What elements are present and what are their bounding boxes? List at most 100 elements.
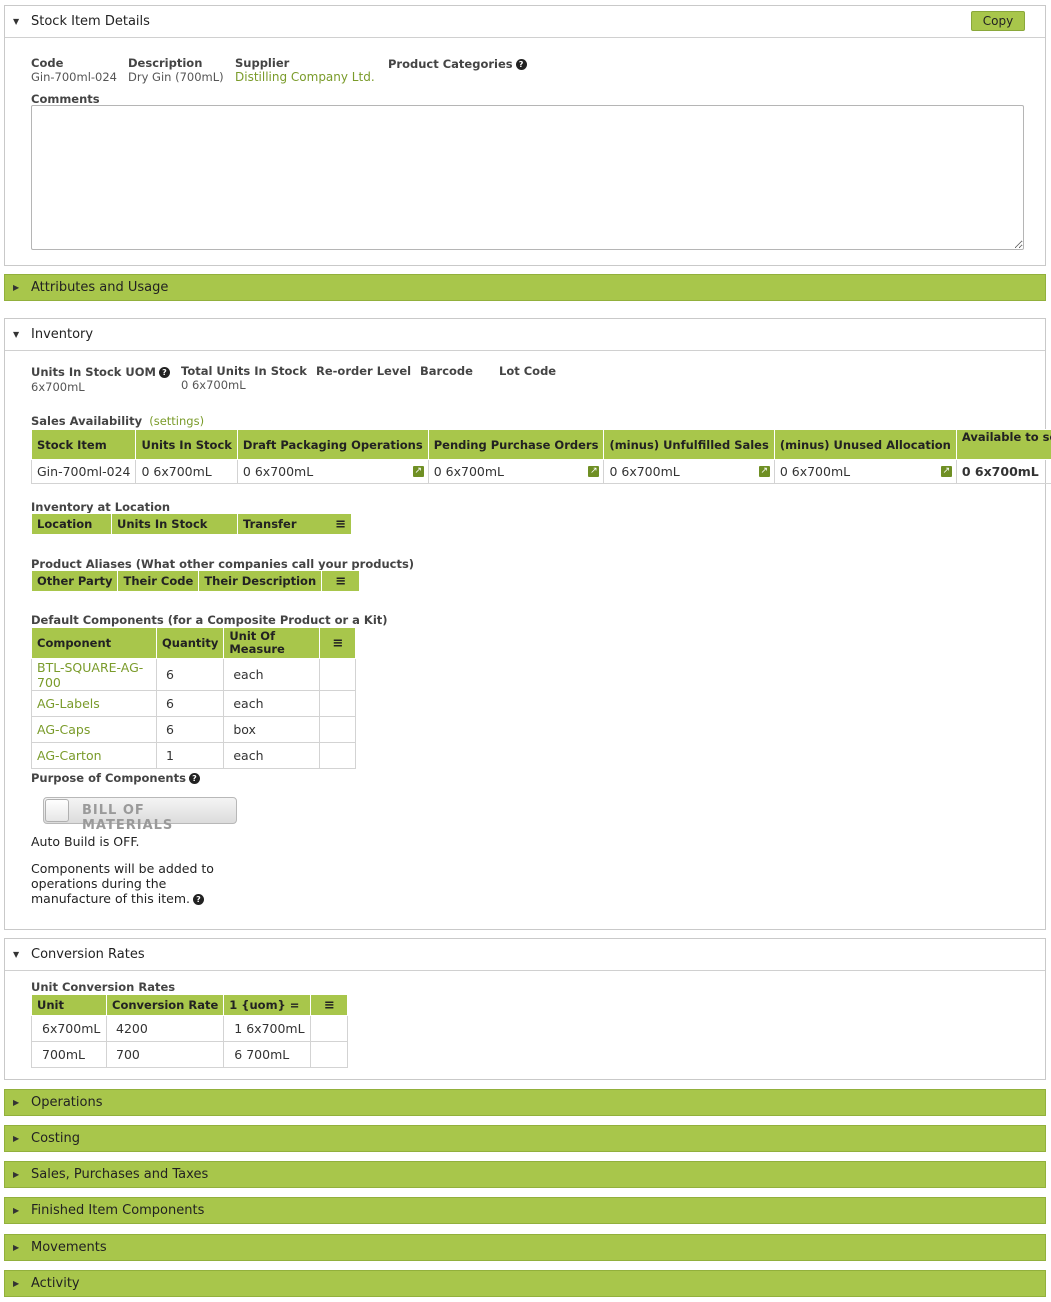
unit-conversion-rates-label: Unit Conversion Rates: [31, 980, 176, 994]
cell-value: 0 6x700mL: [242, 464, 314, 479]
column-header[interactable]: Unit: [31, 994, 107, 1016]
conversion-rates-header[interactable]: ▼ Conversion Rates: [5, 939, 1045, 971]
sales-purchases-taxes-section-header[interactable]: ▶ Sales, Purchases and Taxes: [4, 1161, 1046, 1188]
comments-textarea[interactable]: [31, 105, 1024, 250]
sales-purchases-taxes-title: Sales, Purchases and Taxes: [31, 1167, 209, 1182]
toggle-label: BILL OF MATERIALS: [82, 803, 174, 833]
units-in-stock-uom-label: Units In Stock UOM?: [31, 365, 170, 379]
column-header[interactable]: 1 {uom} =: [223, 994, 312, 1016]
stock-item-details-header[interactable]: ▼ Stock Item Details Copy: [5, 6, 1045, 38]
column-header[interactable]: Location: [31, 513, 112, 535]
movements-section-header[interactable]: ▶ Movements: [4, 1234, 1046, 1261]
help-icon[interactable]: ?: [159, 367, 170, 378]
help-icon[interactable]: ?: [515, 59, 527, 70]
table-cell: each: [223, 690, 321, 717]
column-menu-icon[interactable]: ≡: [319, 627, 357, 659]
supplier-link[interactable]: Distilling Company Ltd.: [235, 70, 375, 84]
cell-value: 0 6x700mL: [609, 464, 680, 479]
table-cell: 700mL: [31, 1041, 107, 1068]
conversion-rates-panel: ▼ Conversion Rates Unit Conversion Rates…: [4, 938, 1046, 1080]
table-cell: 6x700mL: [31, 1015, 107, 1042]
column-menu-icon[interactable]: ≡: [321, 570, 361, 592]
comments-label: Comments: [31, 92, 100, 106]
column-header[interactable]: (minus) Unused Allocation: [773, 429, 957, 460]
components-note: Components will be added to operations d…: [31, 861, 246, 906]
column-header[interactable]: Units In Stock: [111, 513, 238, 535]
component-link[interactable]: BTL-SQUARE-AG-700: [31, 658, 157, 691]
table-cell: each: [223, 658, 321, 691]
attributes-section-header[interactable]: ▶ Attributes and Usage: [4, 274, 1046, 301]
external-link-icon[interactable]: ↗: [940, 466, 952, 477]
caret-down-icon: ▼: [13, 330, 20, 339]
column-header[interactable]: Conversion Rate: [105, 994, 225, 1016]
table-cell: 6 700mL: [223, 1041, 312, 1068]
component-link[interactable]: AG-Carton: [31, 742, 157, 769]
inventory-panel: ▼ Inventory Units In Stock UOM? 6x700mL …: [4, 318, 1051, 930]
column-header[interactable]: Unit Of Measure: [223, 627, 321, 659]
column-header[interactable]: Transfer ≡: [237, 513, 352, 535]
units-in-stock-uom-value: 6x700mL: [31, 380, 85, 394]
activity-section-header[interactable]: ▶ Activity: [4, 1270, 1046, 1297]
help-icon[interactable]: ?: [188, 773, 200, 784]
supplier-label: Supplier: [235, 56, 290, 70]
component-link[interactable]: AG-Labels: [31, 690, 157, 717]
conversion-rates-title: Conversion Rates: [31, 947, 145, 962]
table-cell: 0 6x700mL ↗: [427, 459, 605, 484]
column-header[interactable]: Draft Packaging Operations: [236, 429, 429, 460]
column-header[interactable]: Quantity: [155, 627, 225, 659]
toggle-knob: [45, 799, 69, 822]
table-cell: [319, 716, 357, 743]
components-note-text: Components will be added to operations d…: [31, 861, 214, 906]
table-header-row: Other Party Their Code Their Description…: [30, 570, 361, 592]
settings-link[interactable]: (settings): [149, 414, 204, 428]
column-menu-icon[interactable]: ≡: [310, 994, 349, 1016]
cell-value: 0 6x700mL: [779, 464, 851, 479]
costing-section-header[interactable]: ▶ Costing: [4, 1125, 1046, 1152]
product-categories-label: Product Categories?: [388, 57, 527, 71]
table-header-row: Location Units In Stock Transfer ≡: [31, 513, 352, 535]
inventory-header[interactable]: ▼ Inventory: [5, 319, 1045, 351]
operations-title: Operations: [31, 1095, 103, 1110]
external-link-icon[interactable]: ↗: [588, 466, 600, 477]
column-header[interactable]: Available to sell ≡: [955, 429, 1051, 460]
column-header[interactable]: Pending Purchase Orders: [427, 429, 605, 460]
table-cell: 0 6x700mL ↗: [603, 459, 775, 484]
caret-right-icon: ▶: [13, 1098, 20, 1107]
sales-availability-table: Stock Item Units In Stock Draft Packagin…: [30, 429, 1051, 484]
external-link-icon[interactable]: ↗: [758, 466, 770, 477]
unit-conversion-table: Unit Conversion Rate 1 {uom} = ≡ 6x700mL…: [31, 994, 349, 1068]
attributes-title: Attributes and Usage: [31, 280, 169, 295]
column-header[interactable]: Stock Item: [30, 429, 137, 460]
external-link-icon[interactable]: ↗: [412, 466, 424, 477]
table-row: 700mL 700 6 700mL: [31, 1041, 349, 1068]
table-cell: box: [223, 716, 321, 743]
column-menu-icon[interactable]: ≡: [335, 517, 346, 532]
activity-title: Activity: [31, 1276, 80, 1291]
table-cell: 0 6x700mL ↗: [236, 459, 429, 484]
help-icon[interactable]: ?: [192, 894, 204, 905]
column-header[interactable]: Their Description: [198, 570, 323, 592]
column-header[interactable]: Units In Stock: [135, 429, 238, 460]
barcode-label: Barcode: [420, 364, 473, 378]
finished-item-components-title: Finished Item Components: [31, 1203, 205, 1218]
finished-item-components-section-header[interactable]: ▶ Finished Item Components: [4, 1197, 1046, 1224]
column-header[interactable]: Component: [31, 627, 157, 659]
operations-section-header[interactable]: ▶ Operations: [4, 1089, 1046, 1116]
table-cell: [319, 742, 357, 769]
table-cell: [310, 1015, 349, 1042]
stock-item-details-title: Stock Item Details: [31, 14, 150, 29]
caret-right-icon: ▶: [13, 1206, 20, 1215]
table-cell: 6: [155, 716, 225, 743]
component-link[interactable]: AG-Caps: [31, 716, 157, 743]
purpose-of-components-text: Purpose of Components: [31, 771, 186, 785]
bill-of-materials-toggle[interactable]: BILL OF MATERIALS: [43, 797, 237, 833]
column-header[interactable]: Other Party: [30, 570, 119, 592]
cell-value: 0 6x700mL: [433, 464, 504, 479]
product-categories-text: Product Categories: [388, 57, 513, 71]
column-header[interactable]: (minus) Unfulfilled Sales: [603, 429, 775, 460]
sales-availability-label: Sales Availability: [31, 414, 143, 428]
caret-right-icon: ▶: [13, 1134, 20, 1143]
total-units-label: Total Units In Stock: [181, 364, 307, 378]
copy-button[interactable]: Copy: [971, 11, 1025, 31]
column-header[interactable]: Their Code: [117, 570, 200, 592]
